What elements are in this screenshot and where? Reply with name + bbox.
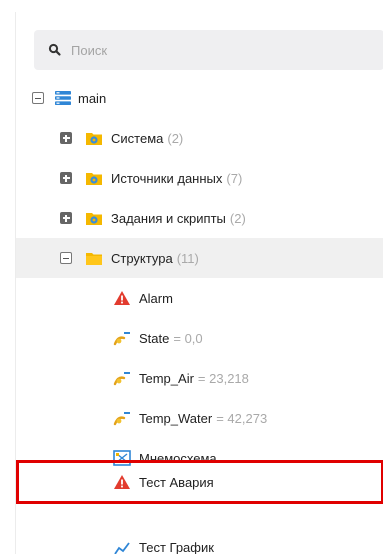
search-box[interactable] <box>34 30 383 70</box>
tree-node-main[interactable]: main <box>16 78 383 118</box>
search-icon <box>48 43 62 57</box>
variable-icon <box>113 330 131 346</box>
database-icon <box>54 90 72 106</box>
tree-node-label: State <box>139 330 170 346</box>
tree-node-label: Тест Авария <box>139 474 214 490</box>
alarm-triangle-icon <box>113 290 131 306</box>
tree-node-temp-air[interactable]: Temp_Air = 23,218 <box>16 358 383 398</box>
tree-node-label: Структура <box>111 250 173 266</box>
tree-node-label: Тест График <box>139 540 214 554</box>
alarm-triangle-icon <box>113 474 131 490</box>
expand-toggle-icon[interactable] <box>60 132 72 144</box>
expand-toggle-icon[interactable] <box>60 172 72 184</box>
tree-node-test-grafik[interactable]: Тест График <box>16 540 383 554</box>
tree-node-label: Alarm <box>139 290 173 306</box>
variable-icon <box>113 410 131 426</box>
tree-node-count: (11) <box>176 250 199 266</box>
tree-node-label: main <box>78 90 107 106</box>
tree-panel: main Система (2) Источники данных (7) <box>15 12 383 554</box>
collapse-toggle-icon[interactable] <box>60 252 72 264</box>
chart-icon <box>113 540 131 554</box>
tree-node-test-avariya[interactable]: Тест Авария <box>16 462 383 502</box>
tree-node-value: = 0,0 <box>173 330 203 346</box>
tree-node-label: Задания и скрипты <box>111 210 226 226</box>
tree-node-label: Источники данных <box>111 170 223 186</box>
tree-node-value: = 42,273 <box>216 410 268 426</box>
tree-node-label: Temp_Air <box>139 370 194 386</box>
tree-node-count: (2) <box>167 130 184 146</box>
tree-node-label: Система <box>111 130 164 146</box>
tree-node-count: (7) <box>226 170 243 186</box>
collapse-toggle-icon[interactable] <box>32 92 44 104</box>
tree-node-alarm[interactable]: Alarm <box>16 278 383 318</box>
variable-icon <box>113 370 131 386</box>
folder-icon <box>85 250 103 266</box>
tree-node-count: (2) <box>229 210 246 226</box>
search-input[interactable] <box>71 42 351 58</box>
tree-node-state[interactable]: State = 0,0 <box>16 318 383 358</box>
tree-node-label: Temp_Water <box>139 410 213 426</box>
tree-node-sistema[interactable]: Система (2) <box>16 118 383 158</box>
tree-node-temp-water[interactable]: Temp_Water = 42,273 <box>16 398 383 438</box>
tree-node-zadaniya[interactable]: Задания и скрипты (2) <box>16 198 383 238</box>
folder-gear-icon <box>85 170 103 186</box>
tree-node-struktura[interactable]: Структура (11) <box>16 238 383 278</box>
tree-node-istochniki[interactable]: Источники данных (7) <box>16 158 383 198</box>
tree-node-value: = 23,218 <box>197 370 249 386</box>
folder-gear-icon <box>85 210 103 226</box>
expand-toggle-icon[interactable] <box>60 212 72 224</box>
folder-gear-icon <box>85 130 103 146</box>
